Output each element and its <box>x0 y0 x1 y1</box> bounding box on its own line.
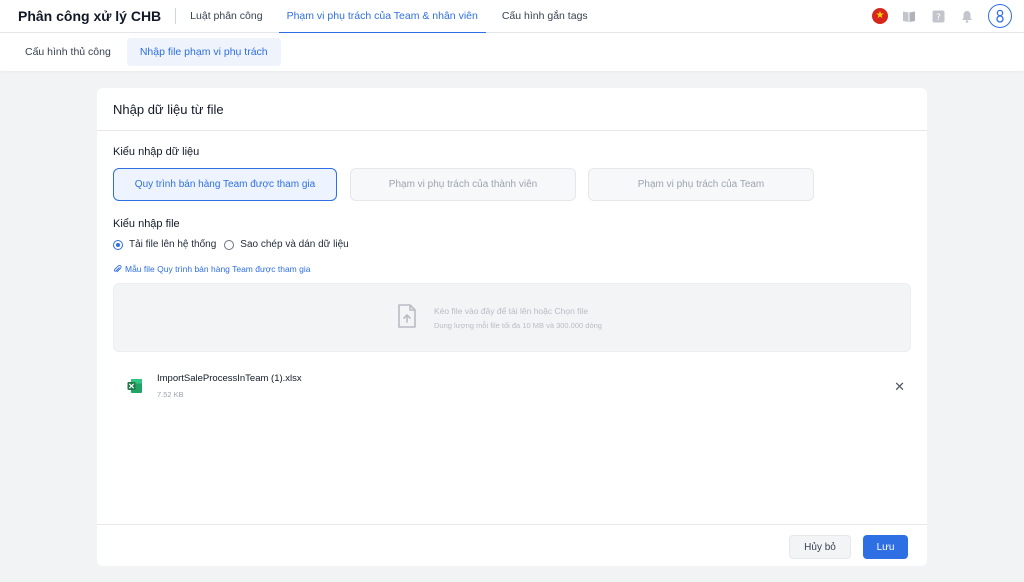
option-team-scope[interactable]: Phạm vi phụ trách của Team <box>588 168 814 201</box>
radio-paste[interactable] <box>224 239 235 250</box>
import-card: Nhập dữ liệu từ file Kiểu nhập dữ liệu Q… <box>97 88 927 566</box>
dropzone-instruction: Kéo file vào đây để tải lên hoặc Chọn fi… <box>434 306 589 316</box>
top-right-tools: ★ ? <box>860 4 1012 28</box>
tab-team-scope[interactable]: Phạm vi phụ trách của Team & nhân viên <box>278 0 487 34</box>
card-footer: Hủy bỏ Lưu <box>97 524 927 566</box>
tab-tag-config[interactable]: Cấu hình gắn tags <box>494 0 596 33</box>
cancel-button[interactable]: Hủy bỏ <box>789 535 851 559</box>
file-type-radio-group: Tải file lên hệ thống Sao chép và dán dữ… <box>113 239 357 250</box>
excel-file-icon <box>127 378 143 399</box>
book-icon[interactable] <box>900 7 918 25</box>
save-button[interactable]: Lưu <box>863 535 908 559</box>
help-icon[interactable]: ? <box>929 7 947 25</box>
app-title: Phân công xử lý CHB <box>0 8 177 24</box>
vietnam-flag-icon[interactable]: ★ <box>871 7 889 25</box>
sub-tab-bar: Cấu hình thủ công Nhập file phạm vi phụ … <box>0 33 1024 71</box>
template-download-link[interactable]: Mẫu file Quy trình bán hàng Team được th… <box>113 264 310 274</box>
remove-file-close-icon[interactable]: ✕ <box>894 379 905 395</box>
user-avatar-icon[interactable] <box>988 4 1012 28</box>
tab-assignment-rules[interactable]: Luật phân công <box>182 0 270 33</box>
option-sales-process[interactable]: Quy trình bán hàng Team được tham gia <box>113 168 337 201</box>
file-upload-icon <box>397 304 417 333</box>
import-type-label: Kiểu nhập dữ liệu <box>113 146 200 158</box>
subtab-manual-config[interactable]: Cấu hình thủ công <box>12 38 124 66</box>
radio-upload-label[interactable]: Tải file lên hệ thống <box>129 239 216 250</box>
radio-paste-label[interactable]: Sao chép và dán dữ liệu <box>240 239 348 250</box>
radio-upload[interactable] <box>113 239 123 250</box>
subtab-import-file[interactable]: Nhập file phạm vi phụ trách <box>126 38 281 66</box>
card-title: Nhập dữ liệu từ file <box>97 88 927 131</box>
template-link-text[interactable]: Mẫu file Quy trình bán hàng Team được th… <box>125 264 310 274</box>
dropzone-limit-note: Dung lượng mỗi file tối đa 10 MB và 300.… <box>434 321 602 330</box>
file-name: ImportSaleProcessInTeam (1).xlsx <box>157 373 302 384</box>
file-dropzone[interactable]: Kéo file vào đây để tải lên hoặc Chọn fi… <box>113 283 911 352</box>
option-member-scope[interactable]: Phạm vi phụ trách của thành viên <box>350 168 576 201</box>
paperclip-icon <box>113 264 122 272</box>
bell-icon[interactable] <box>958 7 976 25</box>
svg-text:?: ? <box>936 13 941 23</box>
file-type-label: Kiểu nhập file <box>113 218 180 230</box>
top-navbar: Phân công xử lý CHB Luật phân công Phạm … <box>0 0 1024 34</box>
uploaded-file-item: ImportSaleProcessInTeam (1).xlsx 7.52 KB… <box>127 373 907 405</box>
file-size: 7.52 KB <box>157 390 184 399</box>
main-nav: Luật phân công Phạm vi phụ trách của Tea… <box>182 0 604 34</box>
